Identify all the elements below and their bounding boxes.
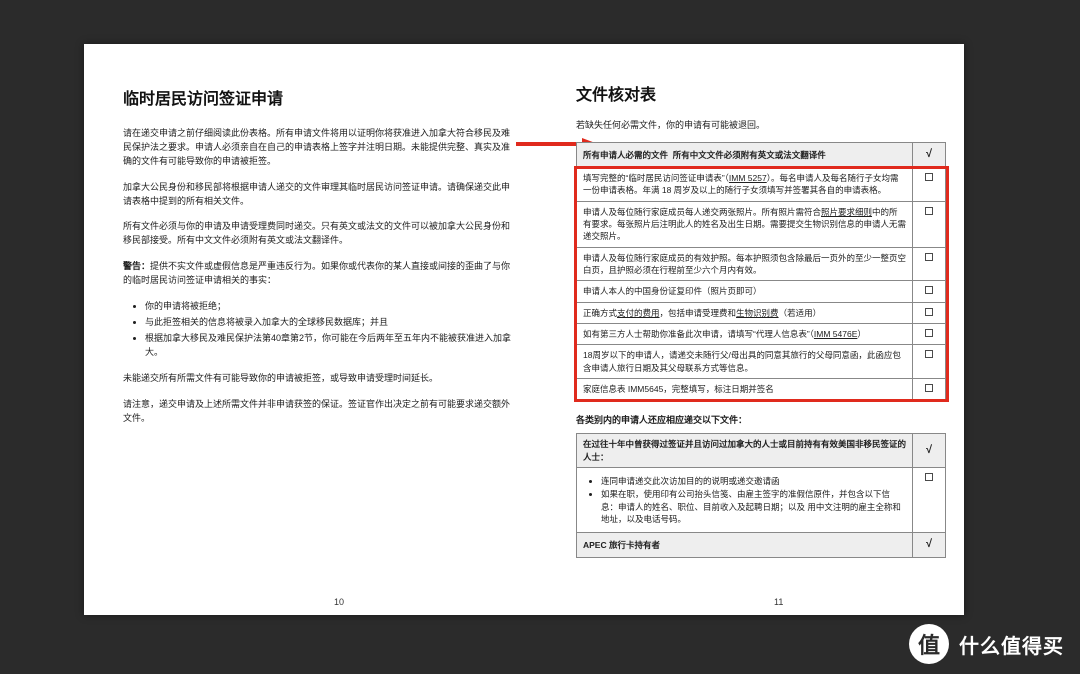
row-text: 申请人及每位随行家庭成员的有效护照。每本护照须包含除最后一页外的至少一整页空白页… [577,247,913,281]
checklist-redbox-wrap: 所有申请人必需的文件 所有中文文件必须附有英文或法文翻译件 √ 填写完整的“临时… [576,142,946,400]
row-text: 申请人及每位随行家庭成员每人递交两张照片。所有照片需符合照片要求细则中的所有要求… [577,201,913,247]
table-row: 家庭信息表 IMM5645，完整填写，标注日期并签名 [577,378,946,399]
table-row: 申请人及每位随行家庭成员的有效护照。每本护照须包含除最后一页外的至少一整页空白页… [577,247,946,281]
row-text: 如有第三方人士帮助你准备此次申请，请填写“代理人信息表”（IMM 5476E） [577,323,913,344]
checkbox-cell[interactable] [913,345,946,379]
left-title: 临时居民访问签证申请 [123,88,517,113]
t1-mark: √ [913,143,946,168]
warn-label: 警告： [123,261,150,271]
table-row: 连同申请递交此次访加目的的说明或递交邀请函 如果在职，使用印有公司抬头信笺、由雇… [577,467,946,532]
checklist-table-1: 所有申请人必需的文件 所有中文文件必须附有英文或法文翻译件 √ 填写完整的“临时… [576,142,946,400]
checkbox-cell[interactable] [913,302,946,323]
left-warning-item: 与此拒签相关的信息将被录入加拿大的全球移民数据库；并且 [145,316,517,330]
right-intro: 若缺失任何必需文件，你的申请有可能被退回。 [576,119,946,132]
page-number-left: 10 [334,597,344,607]
badge-circle: 值 [909,624,949,664]
table-row: 18周岁以下的申请人，请递交未随行父/母出具的同意其旅行的父母同意函，此函应包含… [577,345,946,379]
row-text: 家庭信息表 IMM5645，完整填写，标注日期并签名 [577,378,913,399]
left-p5: 请注意，递交申请及上述所需文件并非申请获签的保证。签证官作出决定之前有可能要求递… [123,398,517,426]
left-column: 临时居民访问签证申请 请在递交申请之前仔细阅读此份表格。所有申请文件将用以证明你… [123,88,517,438]
table-row: 填写完整的“临时居民访问签证申请表”（IMM 5257）。每名申请人及每名随行子… [577,168,946,202]
right-column: 文件核对表 若缺失任何必需文件，你的申请有可能被退回。 所有申请人必需的文件 所… [576,84,946,558]
checkbox-cell[interactable] [913,201,946,247]
t2-footer-mark: √ [913,533,946,558]
checkbox-cell[interactable] [913,168,946,202]
left-p2: 加拿大公民身份和移民部将根据申请人递交的文件审理其临时居民访问签证申请。请确保递… [123,181,517,209]
left-warning-item: 根据加拿大移民及难民保护法第40章第2节，你可能在今后两年至五年内不能被获准进入… [145,332,517,360]
bullet: 如果在职，使用印有公司抬头信笺、由雇主签字的准假信原件，并包含以下信息：申请人的… [601,488,906,525]
left-warning-list: 你的申请将被拒绝； 与此拒签相关的信息将被录入加拿大的全球移民数据库；并且 根据… [123,300,517,360]
row-text: 正确方式支付的费用，包括申请受理费和生物识别费（若适用） [577,302,913,323]
form-link[interactable]: IMM 5476E [814,329,857,339]
warn-text: 提供不实文件或虚假信息是严重违反行为。如果你或代表你的某人直接或间接的歪曲了与你… [123,261,510,285]
table-row: 如有第三方人士帮助你准备此次申请，请填写“代理人信息表”（IMM 5476E） [577,323,946,344]
section-label: 各类别内的申请人还应相应递交以下文件： [576,414,946,427]
row-text: 连同申请递交此次访加目的的说明或递交邀请函 如果在职，使用印有公司抬头信笺、由雇… [577,467,913,532]
photo-reqs-link[interactable]: 照片要求细则 [821,207,872,217]
checkbox-cell[interactable] [913,323,946,344]
table-row: 正确方式支付的费用，包括申请受理费和生物识别费（若适用） [577,302,946,323]
page-number-right: 11 [774,597,783,607]
t2-header: 在过往十年中曾获得过签证并且访问过加拿大的人士或目前持有有效美国非移民签证的人士… [577,434,913,468]
badge-text: 什么值得买 [959,630,1064,659]
checklist-table-2: 在过往十年中曾获得过签证并且访问过加拿大的人士或目前持有有效美国非移民签证的人士… [576,433,946,558]
right-title: 文件核对表 [576,84,946,107]
checkbox-cell[interactable] [913,378,946,399]
checkbox-cell[interactable] [913,281,946,302]
form-link[interactable]: IMM 5257 [729,173,767,183]
left-p4: 未能递交所有所需文件有可能导致你的申请被拒签，或导致申请受理时间延长。 [123,372,517,386]
inner-bullets: 连同申请递交此次访加目的的说明或递交邀请函 如果在职，使用印有公司抬头信笺、由雇… [583,475,906,525]
t1-header: 所有申请人必需的文件 所有中文文件必须附有英文或法文翻译件 [577,143,913,168]
t2-mark: √ [913,434,946,468]
table-row: 申请人本人的中国身份证复印件（照片页即可） [577,281,946,302]
watermark-badge: 值 什么值得买 [909,624,1064,664]
table-row: 申请人及每位随行家庭成员每人递交两张照片。所有照片需符合照片要求细则中的所有要求… [577,201,946,247]
t1-header-a: 所有申请人必需的文件 [583,150,668,160]
document-page: 临时居民访问签证申请 请在递交申请之前仔细阅读此份表格。所有申请文件将用以证明你… [84,44,964,615]
row-text: 申请人本人的中国身份证复印件（照片页即可） [577,281,913,302]
row-text: 填写完整的“临时居民访问签证申请表”（IMM 5257）。每名申请人及每名随行子… [577,168,913,202]
checkbox-cell[interactable] [913,467,946,532]
checkbox-cell[interactable] [913,247,946,281]
left-p1: 请在递交申请之前仔细阅读此份表格。所有申请文件将用以证明你将获准进入加拿大符合移… [123,127,517,169]
bullet: 连同申请递交此次访加目的的说明或递交邀请函 [601,475,906,487]
t2-footer: APEC 旅行卡持有者 [577,533,913,558]
t1-header-b: 所有中文文件必须附有英文或法文翻译件 [673,150,826,160]
left-p3: 所有文件必须与你的申请及申请受理费同时递交。只有英文或法文的文件可以被加拿大公民… [123,220,517,248]
left-warning: 警告：提供不实文件或虚假信息是严重违反行为。如果你或代表你的某人直接或间接的歪曲… [123,260,517,288]
left-warning-item: 你的申请将被拒绝； [145,300,517,314]
row-text: 18周岁以下的申请人，请递交未随行父/母出具的同意其旅行的父母同意函，此函应包含… [577,345,913,379]
